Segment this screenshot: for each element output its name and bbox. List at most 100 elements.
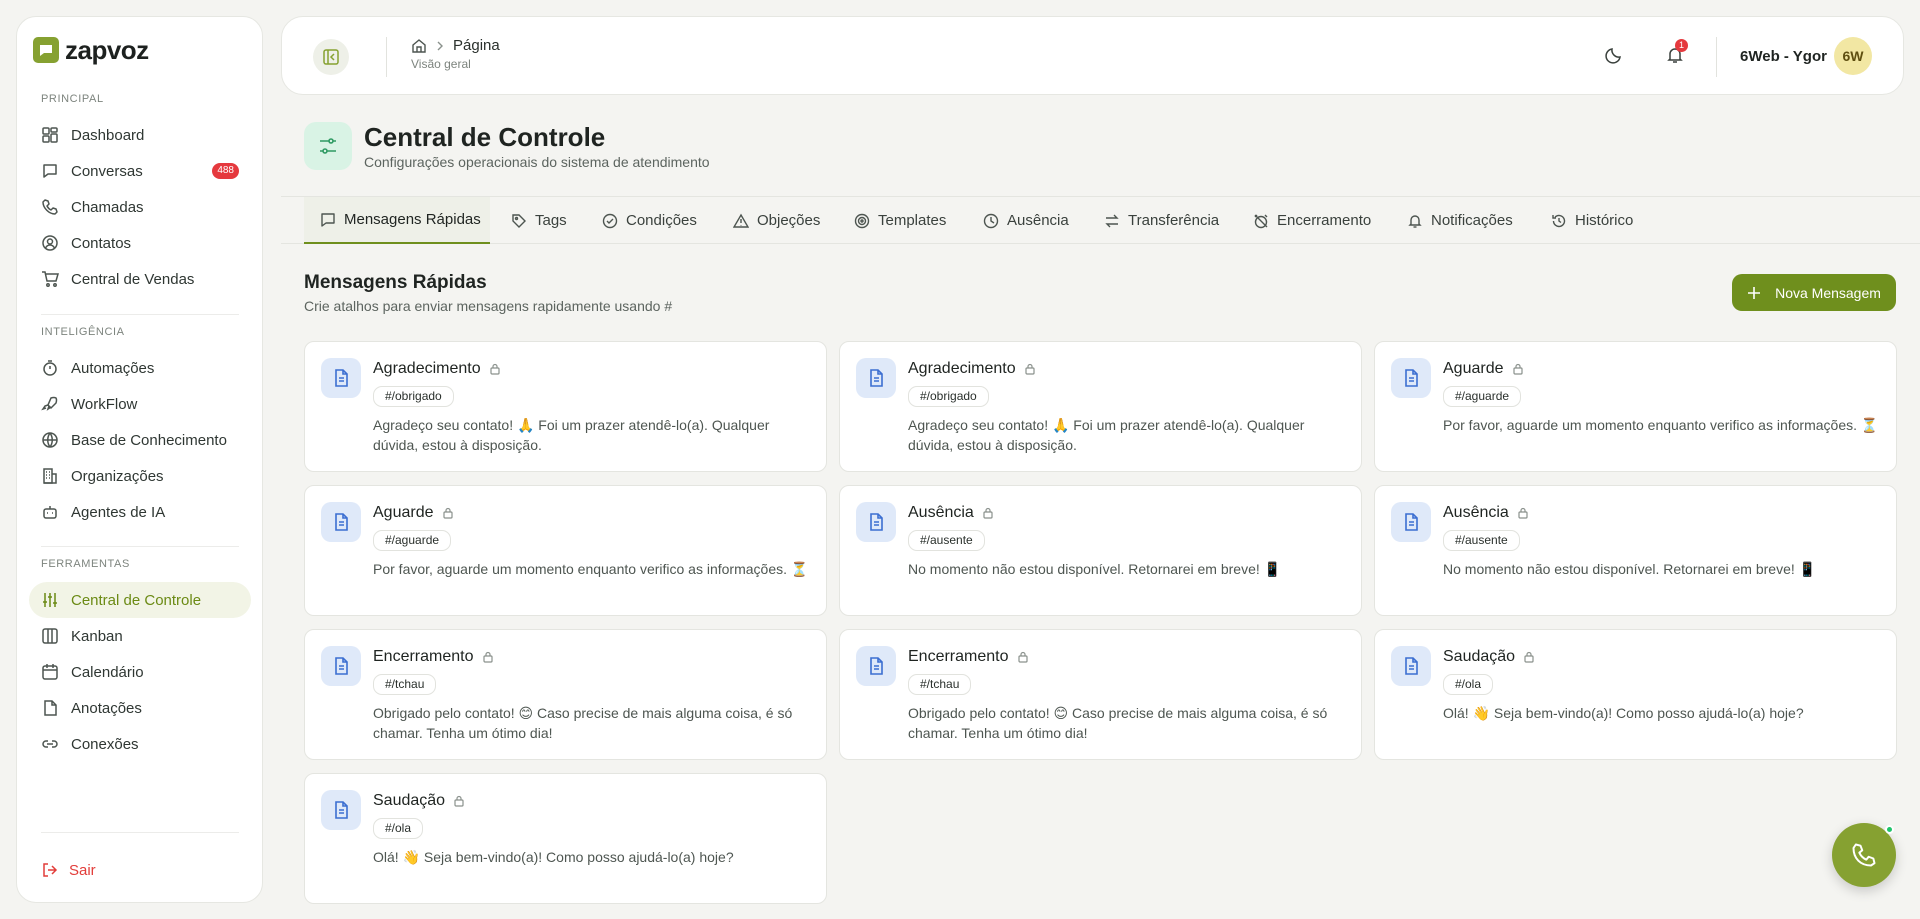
- sidebar-item-automacoes[interactable]: Automações: [29, 350, 251, 386]
- sidebar-toggle-button[interactable]: [313, 39, 349, 75]
- sidebar-item-central-de-vendas[interactable]: Central de Vendas: [29, 261, 251, 297]
- lock-icon: [983, 507, 993, 519]
- kanban-icon: [42, 628, 58, 644]
- sidebar-item-label: Anotações: [71, 699, 142, 717]
- document-icon: [856, 358, 896, 398]
- timer-icon: [43, 360, 57, 376]
- document-icon: [1391, 502, 1431, 542]
- sidebar-item-conexoes[interactable]: Conexões: [29, 726, 251, 762]
- link-icon: [42, 740, 58, 748]
- tab-ausencia[interactable]: Ausência: [983, 197, 1069, 244]
- shortcut-tag: #/ausente: [1443, 530, 1520, 551]
- avatar[interactable]: 6W: [1834, 37, 1872, 75]
- shortcut-tag: #/tchau: [908, 674, 972, 695]
- sidebar-item-chamadas[interactable]: Chamadas: [29, 189, 251, 225]
- card-message-text: Obrigado pelo contato! 😊 Caso precise de…: [373, 705, 793, 741]
- breadcrumb-current[interactable]: Página: [453, 37, 500, 54]
- card-title: Saudação: [1443, 648, 1516, 665]
- tab-condicoes[interactable]: Condições: [602, 197, 697, 244]
- quick-message-card[interactable]: Aguarde #/aguarde Por favor, aguarde um mo…: [304, 485, 827, 616]
- sidebar-item-kanban[interactable]: Kanban: [29, 618, 251, 654]
- card-title: Encerramento: [908, 648, 1009, 665]
- sidebar-item-label: Conexões: [71, 735, 139, 753]
- history-icon: [1552, 214, 1566, 227]
- logout-label: Sair: [69, 861, 96, 879]
- user-name[interactable]: 6Web - Ygor: [1740, 48, 1827, 65]
- quick-message-card[interactable]: Saudação #/ola Olá! 👋 Seja bem-vindo(a)! C…: [1374, 629, 1897, 760]
- call-fab-button[interactable]: [1832, 823, 1896, 887]
- tab-transferencia[interactable]: Transferência: [1104, 197, 1219, 244]
- quick-message-card[interactable]: Agradecimento #/obrigado Agradeço seu cont…: [839, 341, 1362, 472]
- theme-toggle-button[interactable]: [1604, 45, 1624, 65]
- tag-icon: [512, 213, 526, 228]
- message-icon: [321, 212, 335, 227]
- logout-icon: [43, 863, 58, 877]
- target-icon: [854, 213, 870, 228]
- sidebar-divider: [41, 314, 239, 315]
- sidebar-item-label: Contatos: [71, 234, 132, 252]
- sidebar-item-label: Organizações: [71, 467, 164, 485]
- chat-bubble-icon: [33, 37, 59, 63]
- calendar-icon: [42, 664, 58, 680]
- document-icon: [856, 502, 896, 542]
- sidebar-item-label: WorkFlow: [71, 395, 138, 413]
- tab-objecoes[interactable]: Objeções: [733, 197, 820, 244]
- sidebar-divider: [41, 546, 239, 547]
- tab-notificacoes[interactable]: Notificações: [1407, 197, 1513, 244]
- section-label-ferramentas: FERRAMENTAS: [41, 558, 130, 570]
- sidebar-item-agentes-de-ia[interactable]: Agentes de IA: [29, 494, 251, 530]
- lock-icon: [1512, 363, 1523, 375]
- card-title: Ausência: [1443, 504, 1509, 521]
- sidebar-item-workflow[interactable]: WorkFlow: [29, 386, 251, 422]
- sidebar-item-label: Conversas: [71, 162, 143, 180]
- lock-icon: [454, 795, 464, 807]
- quick-message-card[interactable]: Saudação #/ola Olá! 👋 Seja bem-vindo(a)! C…: [304, 773, 827, 904]
- lock-icon: [1025, 363, 1035, 375]
- document-icon: [321, 790, 361, 830]
- section-title: Mensagens Rápidas: [304, 272, 487, 293]
- sidebar-item-base-de-conhecimento[interactable]: Base de Conhecimento: [29, 422, 251, 458]
- tab-tags[interactable]: Tags: [511, 197, 567, 244]
- tab-bar: Mensagens Rápidas Tags Condições Objeçõe…: [281, 196, 1920, 244]
- shortcut-tag: #/ausente: [908, 530, 985, 551]
- quick-message-card[interactable]: Encerramento #/tchau Obrigado pelo contato…: [839, 629, 1362, 760]
- tab-templates[interactable]: Templates: [854, 197, 946, 244]
- shortcut-tag: #/aguarde: [373, 530, 452, 551]
- document-icon: [321, 502, 361, 542]
- quick-message-card[interactable]: Agradecimento #/obrigado Agradeço seu cont…: [304, 341, 827, 472]
- moon-icon: [1605, 48, 1621, 64]
- sidebar-item-calendario[interactable]: Calendário: [29, 654, 251, 690]
- brand-logo[interactable]: zapvoz: [33, 37, 149, 63]
- check-circle-icon: [602, 213, 618, 228]
- sidebar-item-central-de-controle[interactable]: Central de Controle: [29, 582, 251, 618]
- nav-ferramentas: Central de Controle Kanban Calendário An…: [29, 582, 251, 762]
- sidebar-item-anotacoes[interactable]: Anotações: [29, 690, 251, 726]
- document-icon: [321, 358, 361, 398]
- lock-icon: [442, 507, 453, 519]
- online-status-dot: [1885, 825, 1894, 834]
- quick-message-card[interactable]: Ausência #/ausente No momento não estou di…: [839, 485, 1362, 616]
- sidebar-item-conversas[interactable]: Conversas 488: [29, 153, 251, 189]
- sidebar-item-dashboard[interactable]: Dashboard: [29, 117, 251, 153]
- tab-label: Templates: [878, 212, 947, 229]
- quick-message-card[interactable]: Ausência #/ausente No momento não estou di…: [1374, 485, 1897, 616]
- tab-mensagens-rapidas[interactable]: Mensagens Rápidas: [304, 197, 490, 244]
- home-icon[interactable]: [411, 38, 427, 54]
- section-subtitle: Crie atalhos para enviar mensagens rapid…: [304, 298, 673, 314]
- quick-message-card[interactable]: Aguarde #/aguarde Por favor, aguarde um mo…: [1374, 341, 1897, 472]
- document-icon: [1391, 358, 1431, 398]
- contact-icon: [42, 235, 58, 251]
- sidebar-item-contatos[interactable]: Contatos: [29, 225, 251, 261]
- lock-icon: [490, 363, 500, 375]
- tab-historico[interactable]: Histórico: [1551, 197, 1633, 244]
- sidebar-divider: [41, 832, 239, 833]
- sidebar-item-organizacoes[interactable]: Organizações: [29, 458, 251, 494]
- card-message-text: Olá! 👋 Seja bem-vindo(a)! Como posso aju…: [1443, 705, 1804, 721]
- notifications-button[interactable]: 1: [1665, 39, 1688, 65]
- sidebar-item-label: Central de Vendas: [71, 270, 195, 288]
- new-message-button[interactable]: Nova Mensagem: [1732, 274, 1896, 311]
- logout-button[interactable]: Sair: [41, 861, 96, 879]
- tab-encerramento[interactable]: Encerramento: [1253, 197, 1371, 244]
- cart-icon: [42, 271, 59, 287]
- quick-message-card[interactable]: Encerramento #/tchau Obrigado pelo contato…: [304, 629, 827, 760]
